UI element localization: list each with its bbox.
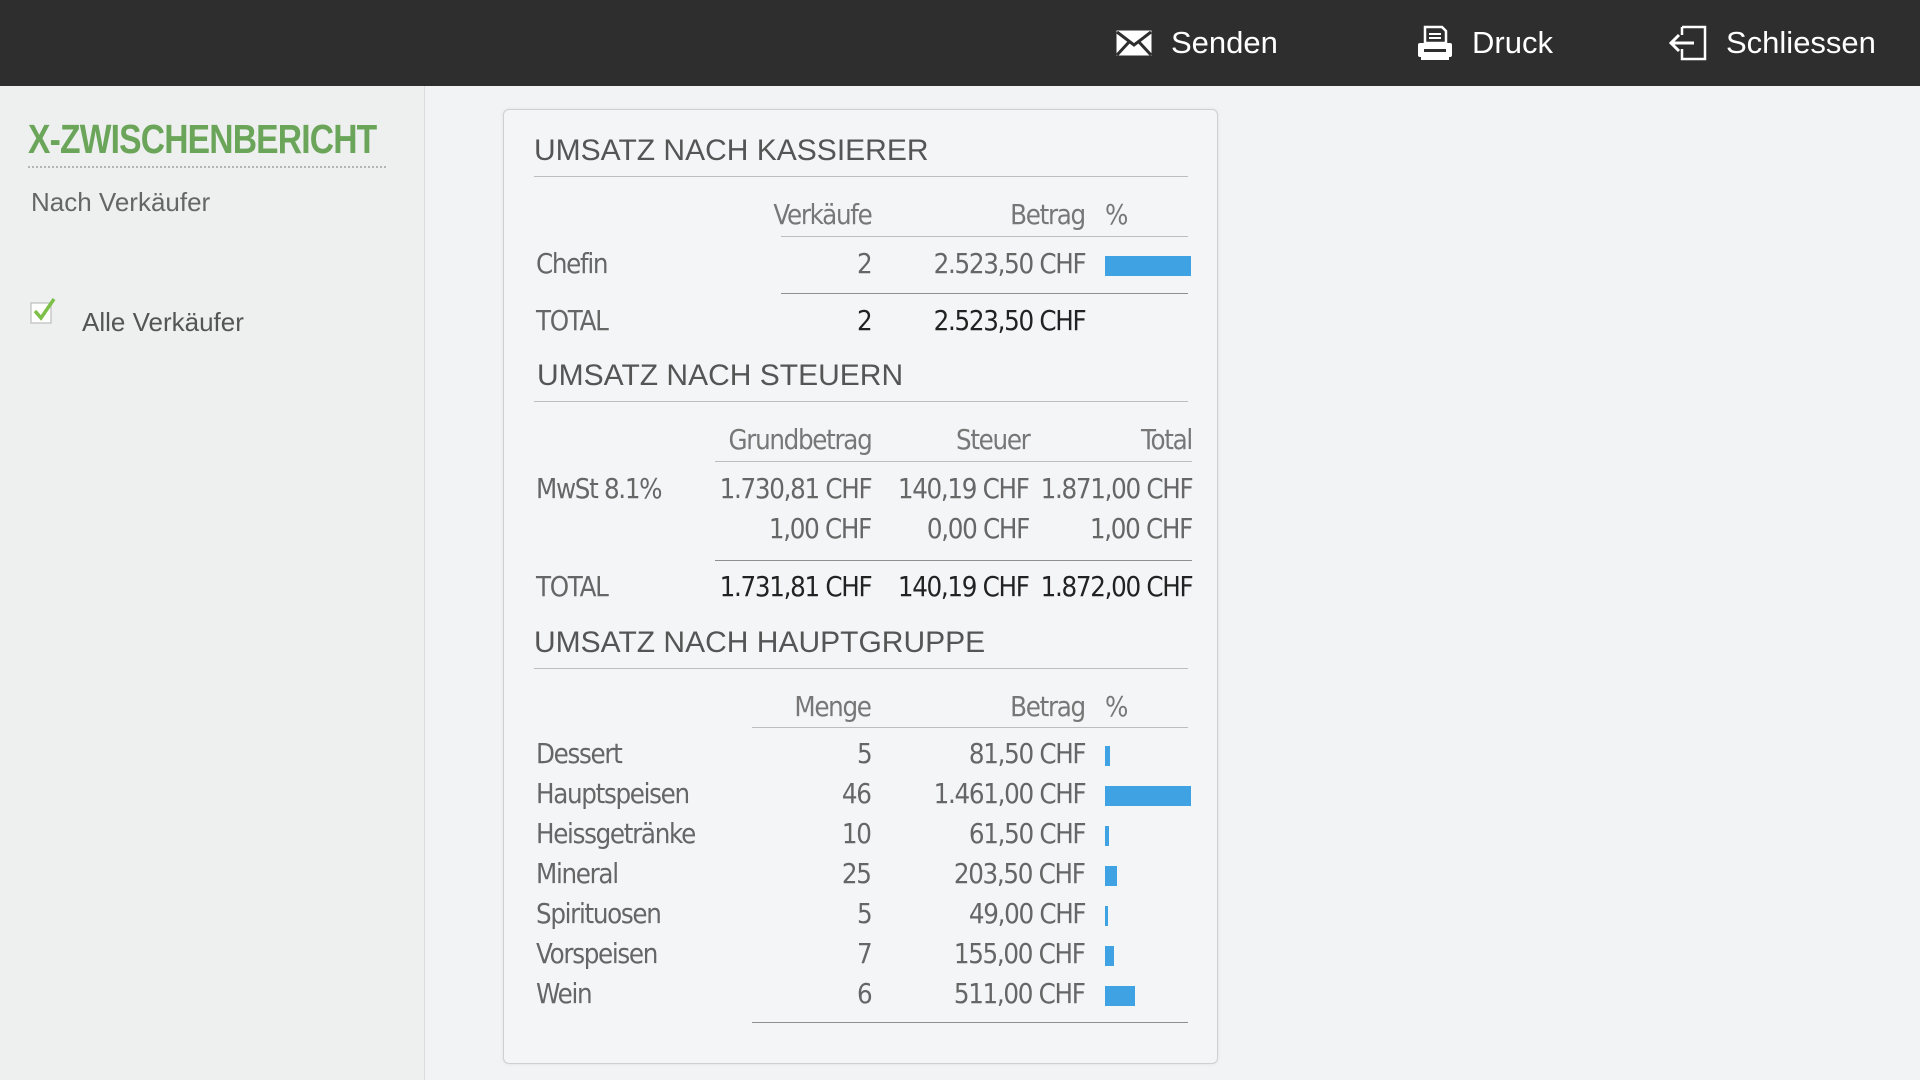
- row-label: Vorspeisen: [536, 937, 658, 970]
- col-header-total: Total: [1141, 423, 1193, 456]
- envelope-icon: [1115, 29, 1153, 57]
- row-amount: 511,00 CHF: [954, 977, 1086, 1010]
- col-header-base: Grundbetrag: [728, 423, 872, 456]
- send-label: Senden: [1171, 25, 1278, 60]
- report-card: UMSATZ NACH KASSIERER Verkäufe Betrag % …: [503, 109, 1218, 1064]
- row-qty: 7: [856, 937, 873, 970]
- title-divider: [28, 166, 386, 168]
- col-header-sales: Verkäufe: [772, 198, 872, 231]
- row-base: 1.730,81 CHF: [719, 472, 872, 505]
- row-label: Dessert: [536, 737, 623, 770]
- percent-bar: [1105, 906, 1108, 926]
- row-amount: 1.461,00 CHF: [933, 777, 1086, 810]
- col-header-qty: Menge: [794, 690, 873, 723]
- row-tax: 140,19 CHF: [898, 472, 1030, 505]
- section-divider: [534, 668, 1188, 669]
- page-subtitle: Nach Verkäufer: [31, 187, 211, 217]
- row-qty: 46: [842, 777, 872, 810]
- page-title: X-ZWISCHENBERICHT: [28, 116, 377, 162]
- total-base: 1.731,81 CHF: [719, 570, 872, 603]
- total-count: 2: [856, 304, 873, 337]
- row-qty: 5: [856, 897, 873, 930]
- cashier-section-title: UMSATZ NACH KASSIERER: [534, 134, 929, 167]
- row-label: MwSt 8.1%: [536, 472, 663, 505]
- percent-bar: [1105, 746, 1110, 766]
- percent-bar: [1105, 256, 1191, 276]
- row-label: Heissgetränke: [536, 817, 696, 850]
- percent-bar: [1105, 786, 1191, 806]
- header-divider: [715, 461, 1192, 462]
- row-label: Mineral: [536, 857, 619, 890]
- row-amount: 155,00 CHF: [954, 937, 1086, 970]
- print-button[interactable]: Druck: [1416, 0, 1553, 86]
- printer-icon: [1416, 25, 1454, 61]
- close-label: Schliessen: [1726, 25, 1876, 60]
- tax-section-title: UMSATZ NACH STEUERN: [537, 359, 904, 392]
- top-toolbar: Senden Druck Schliessen: [0, 0, 1920, 86]
- row-qty: 10: [842, 817, 872, 850]
- row-amount: 203,50 CHF: [954, 857, 1086, 890]
- checkbox-checked-icon: [30, 298, 56, 324]
- row-label: Chefin: [536, 247, 609, 280]
- row-amount: 2.523,50 CHF: [933, 247, 1086, 280]
- row-label: Hauptspeisen: [536, 777, 690, 810]
- header-divider: [781, 236, 1188, 237]
- row-qty: 25: [842, 857, 872, 890]
- close-button[interactable]: Schliessen: [1668, 0, 1876, 86]
- col-header-percent: %: [1105, 690, 1128, 723]
- row-total: 1.871,00 CHF: [1040, 472, 1193, 505]
- total-label: TOTAL: [536, 304, 609, 337]
- row-amount: 49,00 CHF: [968, 897, 1087, 930]
- col-header-percent: %: [1105, 198, 1128, 231]
- col-header-amount: Betrag: [1010, 198, 1086, 231]
- row-label: Wein: [536, 977, 593, 1010]
- section-divider: [534, 176, 1188, 177]
- row-tax: 0,00 CHF: [926, 512, 1030, 545]
- percent-bar: [1105, 866, 1117, 886]
- table-end-divider: [752, 1022, 1188, 1023]
- total-amount: 2.523,50 CHF: [933, 304, 1086, 337]
- header-divider: [752, 727, 1188, 728]
- exit-icon: [1668, 25, 1708, 61]
- row-total: 1,00 CHF: [1089, 512, 1193, 545]
- row-label: Spirituosen: [536, 897, 662, 930]
- all-sellers-checkbox[interactable]: [30, 296, 60, 324]
- row-base: 1,00 CHF: [768, 512, 872, 545]
- row-amount: 61,50 CHF: [968, 817, 1087, 850]
- print-label: Druck: [1472, 25, 1553, 60]
- row-qty: 5: [856, 737, 873, 770]
- total-tax: 140,19 CHF: [898, 570, 1030, 603]
- sidebar: X-ZWISCHENBERICHT Nach Verkäufer Alle Ve…: [0, 86, 425, 1080]
- total-sum: 1.872,00 CHF: [1040, 570, 1193, 603]
- percent-bar: [1105, 986, 1135, 1006]
- row-amount: 81,50 CHF: [968, 737, 1087, 770]
- total-divider: [715, 560, 1192, 561]
- col-header-tax: Steuer: [955, 423, 1031, 456]
- all-sellers-label[interactable]: Alle Verkäufer: [82, 307, 244, 338]
- section-divider: [534, 401, 1188, 402]
- row-qty: 6: [856, 977, 873, 1010]
- row-count: 2: [856, 247, 873, 280]
- total-label: TOTAL: [536, 570, 609, 603]
- group-section-title: UMSATZ NACH HAUPTGRUPPE: [534, 626, 986, 659]
- total-divider: [781, 293, 1188, 294]
- percent-bar: [1105, 946, 1114, 966]
- send-button[interactable]: Senden: [1115, 0, 1278, 86]
- percent-bar: [1105, 826, 1109, 846]
- col-header-amount: Betrag: [1010, 690, 1086, 723]
